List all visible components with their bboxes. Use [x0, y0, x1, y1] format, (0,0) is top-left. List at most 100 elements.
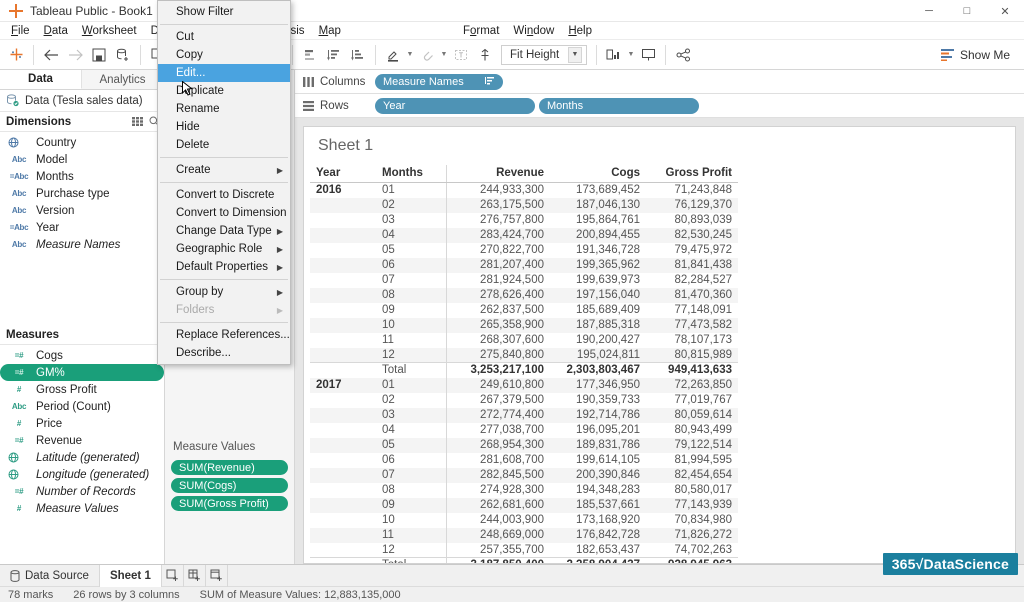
table-row[interactable]: 08278,626,400197,156,04081,470,360 — [310, 288, 738, 303]
ctx-default-properties[interactable]: Default Properties ▶ — [158, 258, 290, 276]
col-header-gross-profit[interactable]: Gross Profit — [646, 165, 738, 183]
dimension-months[interactable]: =Abc Months — [0, 168, 164, 185]
fit-dropdown[interactable]: Fit Height ▼ — [501, 45, 587, 65]
table-row[interactable]: 02267,379,500190,359,73377,019,767 — [310, 393, 738, 408]
tab-analytics[interactable]: Analytics — [82, 70, 164, 89]
ctx-show-filter[interactable]: Show Filter — [158, 3, 290, 21]
dimension-measure-names[interactable]: Abc Measure Names — [0, 236, 164, 253]
menu-file[interactable]: File — [4, 22, 37, 40]
save-icon[interactable] — [87, 43, 111, 67]
maximize-button[interactable]: □ — [948, 0, 986, 22]
table-row[interactable]: 11268,307,600190,200,42778,107,173 — [310, 333, 738, 348]
share-icon[interactable] — [671, 43, 695, 67]
ctx-convert-to-discrete[interactable]: Convert to Discrete — [158, 186, 290, 204]
ctx-describe[interactable]: Describe... — [158, 344, 290, 362]
tab-data[interactable]: Data — [0, 70, 82, 89]
table-row[interactable]: 05268,954,300189,831,78679,122,514 — [310, 438, 738, 453]
forward-arrow-icon[interactable] — [63, 43, 87, 67]
col-header-months[interactable]: Months — [376, 165, 446, 183]
table-row[interactable]: 10265,358,900187,885,31877,473,582 — [310, 318, 738, 333]
table-row[interactable]: 04277,038,700196,095,20180,943,499 — [310, 423, 738, 438]
table-row[interactable]: 09262,837,500185,689,40977,148,091 — [310, 303, 738, 318]
rows-shelf[interactable]: Rows Year Months — [295, 94, 1024, 118]
table-row[interactable]: 12275,840,800195,024,81180,815,989 — [310, 348, 738, 363]
dimension-model[interactable]: Abc Model — [0, 151, 164, 168]
table-row[interactable]: Total3,253,217,1002,303,803,467949,413,6… — [310, 363, 738, 378]
presentation-mode-icon[interactable] — [636, 43, 660, 67]
minimize-button[interactable]: ─ — [910, 0, 948, 22]
table-row[interactable]: 07281,924,500199,639,97382,284,527 — [310, 273, 738, 288]
menu-map[interactable]: Map — [312, 22, 348, 40]
ctx-edit[interactable]: Edit... — [158, 64, 290, 82]
rows-drop-zone[interactable]: Year Months — [373, 98, 1024, 114]
ctx-change-data-type[interactable]: Change Data Type ▶ — [158, 222, 290, 240]
pill-months[interactable]: Months — [539, 98, 699, 114]
ctx-copy[interactable]: Copy — [158, 46, 290, 64]
menu-window[interactable]: Window — [506, 22, 561, 40]
ctx-cut[interactable]: Cut — [158, 28, 290, 46]
measure-number-of-records[interactable]: =# Number of Records — [0, 483, 164, 500]
ctx-rename[interactable]: Rename — [158, 100, 290, 118]
measure-revenue[interactable]: =# Revenue — [0, 432, 164, 449]
highlighter-icon[interactable] — [381, 43, 405, 67]
table-row[interactable]: 10244,003,900173,168,92070,834,980 — [310, 513, 738, 528]
dimension-version[interactable]: Abc Version — [0, 202, 164, 219]
table-row[interactable]: 12257,355,700182,653,43774,702,263 — [310, 543, 738, 558]
ctx-convert-to-dimension[interactable]: Convert to Dimension — [158, 204, 290, 222]
table-row[interactable]: 07282,845,500200,390,84682,454,654 — [310, 468, 738, 483]
ctx-delete[interactable]: Delete — [158, 136, 290, 154]
chevron-down-icon[interactable]: ▼ — [568, 47, 582, 63]
table-row[interactable]: 08274,928,300194,348,28380,580,017 — [310, 483, 738, 498]
dimension-year[interactable]: =Abc Year — [0, 219, 164, 236]
grid-view-icon[interactable] — [132, 117, 143, 126]
data-source-row[interactable]: Data (Tesla sales data) — [0, 90, 164, 112]
worksheet-canvas[interactable]: Sheet 1 Year Months Revenue Cogs Gross P… — [303, 126, 1016, 564]
back-arrow-icon[interactable] — [39, 43, 63, 67]
menu-help[interactable]: Help — [561, 22, 599, 40]
ctx-hide[interactable]: Hide — [158, 118, 290, 136]
menu-data[interactable]: Data — [37, 22, 75, 40]
measure-price[interactable]: # Price — [0, 415, 164, 432]
menu-worksheet[interactable]: Worksheet — [75, 22, 144, 40]
measure-gm-percent[interactable]: =# GM% — [0, 364, 164, 381]
show-me-button[interactable]: Show Me — [935, 43, 1016, 67]
highlighter-caret-icon[interactable]: ▼ — [405, 43, 415, 67]
table-row[interactable]: 201701249,610,800177,346,95072,263,850 — [310, 378, 738, 393]
ctx-replace-references[interactable]: Replace References... — [158, 326, 290, 344]
table-row[interactable]: 11248,669,000176,842,72871,826,272 — [310, 528, 738, 543]
columns-shelf[interactable]: Columns Measure Names — [295, 70, 1024, 94]
ctx-geographic-role[interactable]: Geographic Role ▶ — [158, 240, 290, 258]
table-row[interactable]: 02263,175,500187,046,13076,129,370 — [310, 198, 738, 213]
table-row[interactable]: 03272,774,400192,714,78680,059,614 — [310, 408, 738, 423]
table-row[interactable]: 05270,822,700191,346,72879,475,972 — [310, 243, 738, 258]
measure-value-pill[interactable]: SUM(Gross Profit) — [171, 496, 288, 511]
menu-format[interactable]: Format — [456, 22, 506, 40]
measure-gross-profit[interactable]: # Gross Profit — [0, 381, 164, 398]
dimension-country[interactable]: Country — [0, 134, 164, 151]
sort-ascending-icon[interactable] — [322, 43, 346, 67]
sort-icon[interactable] — [485, 77, 495, 86]
ctx-create[interactable]: Create ▶ — [158, 161, 290, 179]
sort-descending-icon[interactable] — [346, 43, 370, 67]
col-header-revenue[interactable]: Revenue — [446, 165, 550, 183]
measure-value-pill[interactable]: SUM(Revenue) — [171, 460, 288, 475]
show-hide-cards-caret-icon[interactable]: ▼ — [626, 43, 636, 67]
pill-measure-names[interactable]: Measure Names — [375, 74, 503, 90]
ctx-group-by[interactable]: Group by ▶ — [158, 283, 290, 301]
columns-drop-zone[interactable]: Measure Names — [373, 74, 1024, 90]
measure-longitude[interactable]: Longitude (generated) — [0, 466, 164, 483]
table-row[interactable]: 03276,757,800195,864,76180,893,039 — [310, 213, 738, 228]
measure-cogs[interactable]: =# Cogs — [0, 347, 164, 364]
col-header-year[interactable]: Year — [310, 165, 376, 183]
fix-axes-icon[interactable] — [473, 43, 497, 67]
show-hide-cards-icon[interactable] — [602, 43, 626, 67]
table-row[interactable]: 06281,207,400199,365,96281,841,438 — [310, 258, 738, 273]
pill-year[interactable]: Year — [375, 98, 535, 114]
table-row[interactable]: 04283,424,700200,894,45582,530,245 — [310, 228, 738, 243]
crosstab-table[interactable]: Year Months Revenue Cogs Gross Profit 20… — [310, 165, 738, 564]
dimension-purchase-type[interactable]: Abc Purchase type — [0, 185, 164, 202]
measure-measure-values[interactable]: # Measure Values — [0, 500, 164, 517]
table-row[interactable]: 201601244,933,300173,689,45271,243,848 — [310, 183, 738, 198]
swap-axes-icon[interactable] — [298, 43, 322, 67]
measure-latitude[interactable]: Latitude (generated) — [0, 449, 164, 466]
